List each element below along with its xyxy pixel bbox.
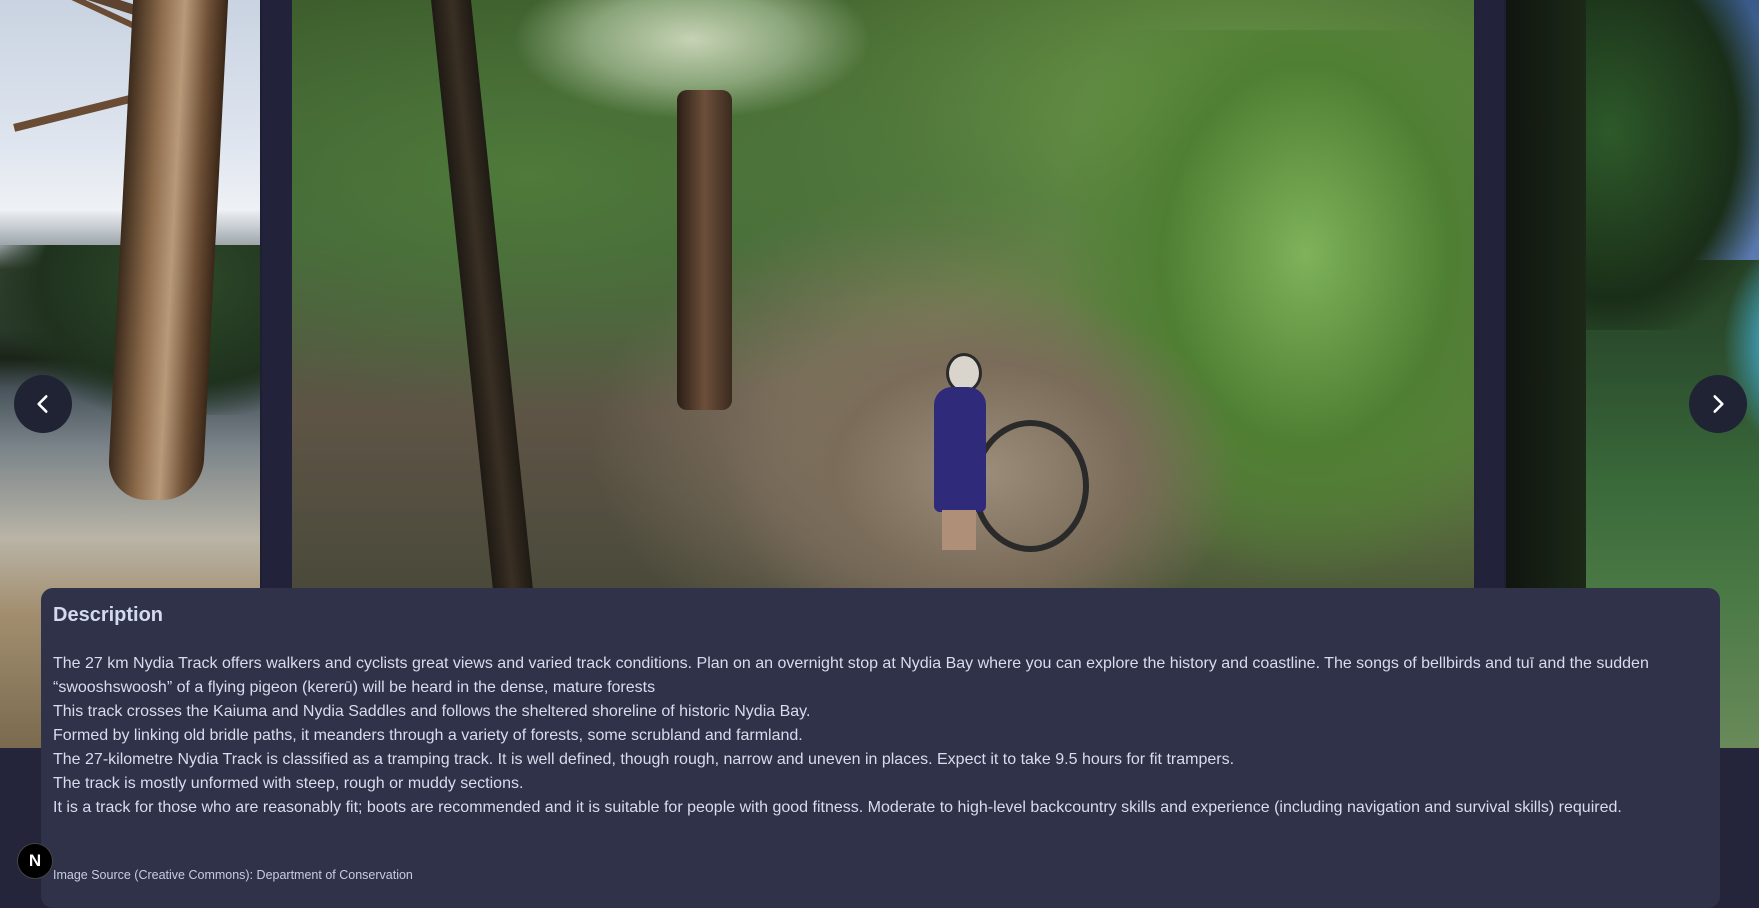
description-card: Description The 27 km Nydia Track offers… [41, 588, 1720, 908]
description-paragraph: It is a track for those who are reasonab… [53, 799, 1622, 816]
image-source-credit: Image Source (Creative Commons): Departm… [53, 868, 413, 882]
tree-trunk [106, 0, 229, 500]
description-paragraph: This track crosses the Kaiuma and Nydia … [53, 703, 811, 720]
carousel-slide-current[interactable] [292, 0, 1474, 590]
carousel-next-button[interactable] [1689, 375, 1747, 433]
chevron-right-icon [1713, 395, 1724, 413]
backpack [934, 387, 986, 512]
legs [942, 510, 976, 550]
description-body: The 27 km Nydia Track offers walkers and… [53, 652, 1708, 820]
slide-divider [262, 0, 292, 590]
slide-divider [1474, 0, 1504, 590]
description-paragraph: The track is mostly unformed with steep,… [53, 775, 524, 792]
description-paragraph: The 27 km Nydia Track offers walkers and… [53, 655, 1649, 696]
tree-fern-trunk [677, 90, 732, 410]
carousel-prev-button[interactable] [14, 375, 72, 433]
description-paragraph: Formed by linking old bridle paths, it m… [53, 727, 803, 744]
n-logo-badge[interactable]: N [17, 843, 53, 879]
description-paragraph: The 27-kilometre Nydia Track is classifi… [53, 751, 1235, 768]
cyclist-figure [932, 353, 992, 550]
description-heading: Description [53, 604, 164, 626]
chevron-left-icon [37, 395, 48, 413]
